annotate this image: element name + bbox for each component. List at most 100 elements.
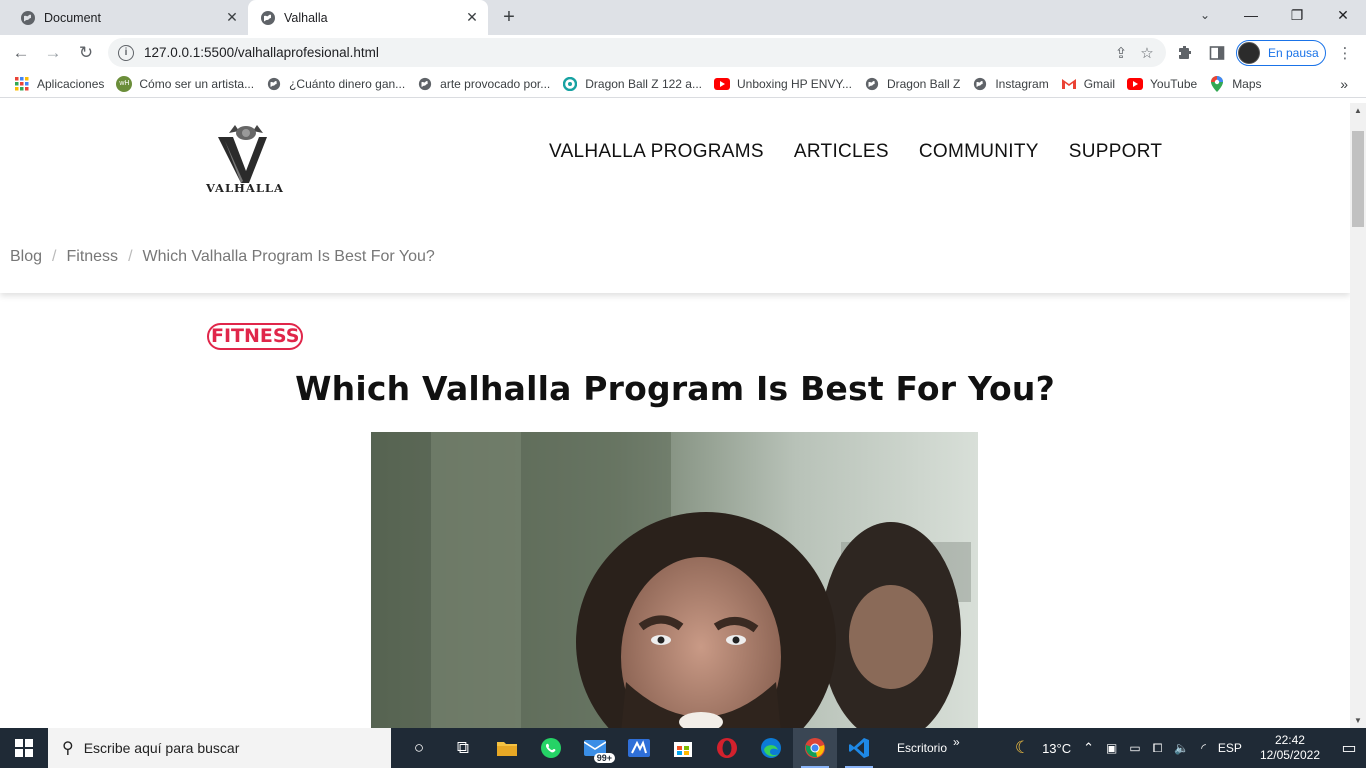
- clock[interactable]: 22:42 12/05/2022: [1260, 733, 1320, 763]
- close-icon[interactable]: ✕: [222, 8, 242, 28]
- nav-item-articles[interactable]: ARTICLES: [794, 141, 889, 163]
- minimize-button[interactable]: —: [1228, 0, 1274, 30]
- bookmark-item[interactable]: Gmail: [1061, 76, 1115, 92]
- mail-badge: 99+: [593, 753, 615, 763]
- taskbar-search-input[interactable]: ⚲ Escribe aquí para buscar: [48, 728, 391, 768]
- reload-icon[interactable]: ↻: [73, 40, 99, 66]
- battery-icon[interactable]: ▭: [1129, 741, 1140, 755]
- logo-text: VALHALLA: [206, 181, 284, 195]
- breadcrumb: Blog / Fitness / Which Valhalla Program …: [10, 248, 435, 266]
- share-icon[interactable]: ⇪: [1108, 44, 1134, 62]
- globe-icon: [417, 76, 433, 92]
- avatar: [1238, 42, 1260, 64]
- new-tab-button[interactable]: +: [498, 6, 520, 28]
- bookmark-label: YouTube: [1150, 76, 1198, 91]
- edge-icon[interactable]: [749, 728, 793, 768]
- address-bar[interactable]: i 127.0.0.1:5500/valhallaprofesional.htm…: [108, 38, 1166, 67]
- article-title: Which Valhalla Program Is Best For You?: [295, 369, 1055, 408]
- restore-button[interactable]: ❐: [1274, 0, 1320, 30]
- url-text[interactable]: 127.0.0.1:5500/valhallaprofesional.html: [144, 45, 1108, 60]
- moon-weather-icon[interactable]: ☾: [1015, 738, 1030, 758]
- scroll-down-arrow-icon[interactable]: ▼: [1354, 716, 1362, 725]
- bookmark-aplicaciones[interactable]: Aplicaciones: [14, 76, 104, 92]
- app-blue-icon[interactable]: [617, 728, 661, 768]
- bookmark-item[interactable]: YouTube: [1127, 76, 1197, 92]
- file-explorer-icon[interactable]: [485, 728, 529, 768]
- language-indicator[interactable]: ESP: [1218, 741, 1242, 755]
- scroll-up-arrow-icon[interactable]: ▲: [1354, 106, 1362, 115]
- notifications-icon[interactable]: ▭: [1332, 738, 1366, 758]
- globe-icon: [864, 76, 880, 92]
- bookmark-item[interactable]: Maps: [1209, 75, 1262, 92]
- search-placeholder: Escribe aquí para buscar: [83, 740, 240, 756]
- cortana-icon[interactable]: ○: [397, 728, 441, 768]
- bookmark-label: Maps: [1232, 76, 1262, 91]
- bookmarks-bar: Aplicaciones wH Cómo ser un artista... ¿…: [0, 70, 1366, 98]
- clock-time: 22:42: [1274, 733, 1305, 747]
- wifi-icon[interactable]: ◜: [1201, 741, 1206, 755]
- bookmark-item[interactable]: Dragon Ball Z: [864, 76, 960, 92]
- nav-item-programs[interactable]: VALHALLA PROGRAMS: [549, 141, 764, 163]
- page-scrollbar[interactable]: ▲ ▼: [1350, 103, 1366, 728]
- tab-valhalla[interactable]: Valhalla ✕: [248, 0, 488, 35]
- info-icon[interactable]: i: [118, 44, 134, 61]
- profile-button[interactable]: En pausa: [1236, 40, 1326, 66]
- volume-icon[interactable]: 🔈: [1174, 741, 1189, 755]
- windows-start-icon[interactable]: [0, 728, 48, 768]
- meet-now-icon[interactable]: ▣: [1106, 741, 1117, 755]
- desktop-label[interactable]: Escritorio: [897, 741, 947, 755]
- tab-document[interactable]: Document ✕: [0, 0, 248, 35]
- breadcrumb-current: Which Valhalla Program Is Best For You?: [142, 248, 435, 265]
- tab-title: Valhalla: [284, 10, 328, 25]
- close-window-button[interactable]: ✕: [1320, 0, 1366, 30]
- mail-icon[interactable]: 99+: [573, 728, 617, 768]
- bookmark-item[interactable]: Instagram: [972, 76, 1049, 92]
- bookmark-item[interactable]: Dragon Ball Z 122 a...: [562, 76, 702, 92]
- side-panel-icon[interactable]: [1205, 41, 1229, 65]
- network-icon[interactable]: ⧠: [1153, 741, 1163, 756]
- chevron-right-double-icon[interactable]: »: [1340, 76, 1348, 92]
- bookmark-label: Instagram: [995, 76, 1049, 91]
- gmail-icon: [1061, 76, 1077, 92]
- apps-grid-icon: [14, 76, 30, 92]
- menu-kebab-icon[interactable]: ⋮: [1333, 41, 1357, 65]
- whatsapp-icon[interactable]: [529, 728, 573, 768]
- system-tray: ☾ 13°C ⌃ ▣ ▭ ⧠ 🔈 ◜ ESP 22:42 12/05/2022 …: [1009, 728, 1366, 768]
- star-icon[interactable]: ☆: [1134, 44, 1160, 62]
- scrollbar-thumb[interactable]: [1352, 131, 1364, 227]
- chevron-up-icon[interactable]: ⌃: [1083, 740, 1094, 756]
- profile-label: En pausa: [1268, 46, 1319, 60]
- breadcrumb-fitness[interactable]: Fitness: [66, 248, 118, 266]
- breadcrumb-blog[interactable]: Blog: [10, 248, 42, 266]
- close-icon[interactable]: ✕: [462, 8, 482, 28]
- temperature[interactable]: 13°C: [1042, 741, 1071, 756]
- youtube-icon: [713, 76, 730, 92]
- chevron-right-double-icon[interactable]: »: [953, 735, 960, 749]
- chevron-down-icon[interactable]: ⌄: [1194, 4, 1216, 26]
- nav-item-community[interactable]: COMMUNITY: [919, 141, 1039, 163]
- back-arrow-icon[interactable]: ←: [8, 40, 34, 66]
- nav-item-support[interactable]: SUPPORT: [1069, 141, 1163, 163]
- bookmark-label: Aplicaciones: [37, 76, 105, 91]
- hero-image: [371, 432, 978, 728]
- microsoft-store-icon[interactable]: [661, 728, 705, 768]
- breadcrumb-separator: /: [128, 248, 133, 265]
- bookmark-item[interactable]: ¿Cuánto dinero gan...: [266, 76, 405, 92]
- vscode-icon[interactable]: [837, 728, 881, 768]
- forward-arrow-icon[interactable]: →: [40, 40, 66, 66]
- site-header: VALHALLA VALHALLA PROGRAMS ARTICLES COMM…: [0, 103, 1350, 293]
- bookmark-label: Gmail: [1083, 76, 1116, 91]
- task-view-icon[interactable]: ⧉: [441, 728, 485, 768]
- bookmark-item[interactable]: wH Cómo ser un artista...: [116, 75, 254, 92]
- window-controls: — ❐ ✕: [1228, 0, 1366, 30]
- page-viewport: VALHALLA VALHALLA PROGRAMS ARTICLES COMM…: [0, 103, 1350, 728]
- extensions-icon[interactable]: [1173, 41, 1197, 65]
- category-badge[interactable]: FITNESS: [207, 323, 304, 350]
- opera-icon[interactable]: [705, 728, 749, 768]
- bookmark-item[interactable]: arte provocado por...: [417, 76, 550, 92]
- bookmark-item[interactable]: Unboxing HP ENVY...: [713, 76, 852, 92]
- tab-strip: Document ✕ Valhalla ✕ + ⌄ — ❐ ✕: [0, 0, 1366, 35]
- globe-icon: [20, 10, 36, 26]
- chrome-icon[interactable]: [793, 728, 837, 768]
- globe-icon: [260, 10, 276, 26]
